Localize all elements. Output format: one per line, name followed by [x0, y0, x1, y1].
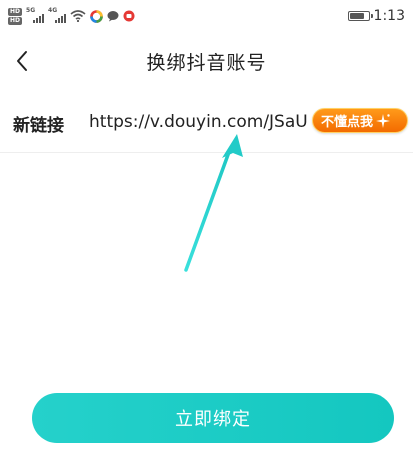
- signal-5g-icon: 5G: [26, 7, 45, 23]
- notification-app-icon: [123, 10, 135, 22]
- link-label: 新链接: [13, 116, 64, 136]
- signal-tag: 4G: [48, 7, 58, 14]
- status-time: 1:13: [373, 8, 405, 24]
- chat-bubble-icon: [107, 11, 119, 22]
- hd-badges: HD HD: [8, 7, 23, 25]
- hd-badge: HD: [8, 7, 23, 16]
- page-title: 换绑抖音账号: [146, 52, 267, 74]
- nav-bar: 换绑抖音账号: [0, 38, 413, 86]
- bind-now-button[interactable]: 立即绑定: [32, 393, 394, 443]
- divider: [0, 152, 413, 153]
- colorful-app-icon: [90, 9, 103, 23]
- status-icons-right: 1:13: [347, 8, 405, 24]
- help-button-label: 不懂点我: [321, 115, 374, 130]
- sparkle-icon: [376, 113, 391, 128]
- link-input[interactable]: https://v.douyin.com/JSaUE: [89, 112, 309, 132]
- status-icons-left: HD HD 5G 4G: [8, 5, 135, 27]
- status-bar: HD HD 5G 4G 1:13: [0, 0, 413, 36]
- signal-tag: 5G: [26, 7, 36, 14]
- signal-4g-icon: 4G: [48, 7, 67, 23]
- battery-icon: [347, 11, 373, 21]
- help-button[interactable]: 不懂点我: [312, 108, 408, 133]
- hd-badge: HD: [8, 16, 23, 25]
- wifi-icon: [70, 10, 86, 22]
